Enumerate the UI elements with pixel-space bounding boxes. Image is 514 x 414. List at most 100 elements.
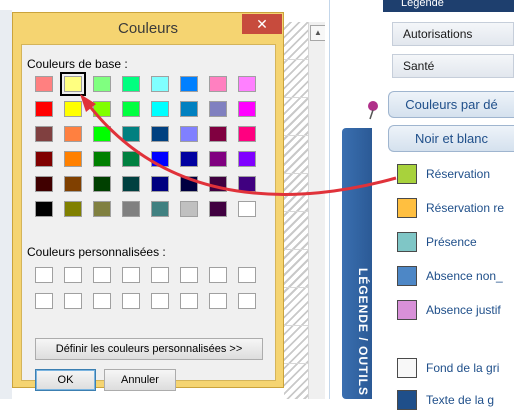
colors-by-default-button[interactable]: Couleurs par dé: [388, 91, 514, 118]
legend-item[interactable]: Réservation re: [397, 198, 514, 222]
basic-color-swatch[interactable]: [180, 201, 198, 217]
dialog-client-area: Couleurs de base : Couleurs personnalisé…: [21, 44, 276, 391]
basic-color-swatch[interactable]: [93, 201, 111, 217]
basic-color-swatch[interactable]: [180, 126, 198, 142]
legend-item-label: Absence justif: [426, 303, 501, 317]
basic-color-swatch[interactable]: [209, 101, 227, 117]
custom-color-swatch[interactable]: [238, 267, 256, 283]
legend-color-swatch[interactable]: [397, 232, 417, 252]
basic-color-swatch[interactable]: [35, 101, 53, 117]
legend-item-label: Réservation: [426, 167, 491, 181]
basic-color-swatch[interactable]: [209, 126, 227, 142]
basic-color-swatch[interactable]: [93, 151, 111, 167]
basic-color-swatch[interactable]: [64, 126, 82, 142]
custom-color-swatch[interactable]: [93, 293, 111, 309]
basic-color-swatch[interactable]: [238, 151, 256, 167]
custom-color-swatch[interactable]: [238, 293, 256, 309]
basic-color-swatch[interactable]: [209, 76, 227, 92]
legend-item[interactable]: Texte de la g: [397, 390, 514, 414]
legend-item[interactable]: Absence non_: [397, 266, 514, 290]
basic-color-swatch[interactable]: [180, 151, 198, 167]
custom-color-swatch[interactable]: [180, 293, 198, 309]
basic-color-swatch[interactable]: [93, 101, 111, 117]
basic-color-swatch[interactable]: [93, 126, 111, 142]
basic-color-swatch[interactable]: [64, 176, 82, 192]
legend-item-label: Fond de la gri: [426, 361, 500, 375]
basic-color-swatch[interactable]: [209, 176, 227, 192]
pin-icon[interactable]: [366, 100, 380, 120]
basic-color-swatch[interactable]: [122, 76, 140, 92]
cancel-button[interactable]: Annuler: [104, 369, 176, 391]
menu-item-sante[interactable]: Santé: [392, 54, 514, 78]
custom-color-swatch[interactable]: [64, 267, 82, 283]
basic-color-swatch[interactable]: [122, 101, 140, 117]
ok-button[interactable]: OK: [35, 369, 96, 391]
custom-color-swatch[interactable]: [151, 267, 169, 283]
legend-item-label: Absence non_: [426, 269, 503, 283]
basic-color-swatch[interactable]: [122, 126, 140, 142]
basic-color-swatch[interactable]: [93, 176, 111, 192]
basic-color-swatch[interactable]: [151, 151, 169, 167]
basic-color-swatch[interactable]: [35, 201, 53, 217]
legend-item[interactable]: Absence justif: [397, 300, 514, 324]
custom-color-swatch[interactable]: [122, 267, 140, 283]
basic-color-swatch[interactable]: [180, 76, 198, 92]
custom-color-swatch[interactable]: [64, 293, 82, 309]
legend-color-swatch[interactable]: [397, 164, 417, 184]
vertical-scrollbar[interactable]: ▲: [308, 22, 326, 399]
legend-color-swatch[interactable]: [397, 358, 417, 378]
side-tab-label: LÉGENDE / OUTILS: [356, 268, 370, 397]
basic-color-swatch[interactable]: [35, 176, 53, 192]
basic-color-swatch[interactable]: [151, 76, 169, 92]
basic-color-swatch[interactable]: [180, 101, 198, 117]
custom-color-swatch[interactable]: [35, 293, 53, 309]
basic-color-swatch[interactable]: [209, 201, 227, 217]
basic-color-swatch[interactable]: [238, 126, 256, 142]
basic-color-swatch[interactable]: [93, 76, 111, 92]
basic-color-swatch[interactable]: [64, 101, 82, 117]
basic-color-swatch[interactable]: [60, 72, 86, 96]
basic-color-swatch[interactable]: [35, 151, 53, 167]
black-and-white-button[interactable]: Noir et blanc: [388, 125, 514, 152]
basic-color-swatch[interactable]: [122, 176, 140, 192]
basic-color-swatch[interactable]: [238, 176, 256, 192]
basic-color-swatch[interactable]: [151, 201, 169, 217]
legend-color-swatch[interactable]: [397, 300, 417, 320]
color-dialog: Couleurs ✕ Couleurs de base : Couleurs p…: [12, 12, 284, 391]
basic-color-swatch[interactable]: [209, 151, 227, 167]
legend-item[interactable]: Fond de la gri: [397, 358, 514, 382]
scroll-up-arrow-icon[interactable]: ▲: [310, 25, 326, 41]
custom-color-swatch[interactable]: [122, 293, 140, 309]
define-custom-colors-button[interactable]: Définir les couleurs personnalisées >>: [35, 338, 263, 360]
basic-color-swatch[interactable]: [180, 176, 198, 192]
custom-color-swatch[interactable]: [151, 293, 169, 309]
legend-color-swatch[interactable]: [397, 266, 417, 286]
menu-item-autorisations[interactable]: Autorisations: [392, 22, 514, 46]
grid-hatched-column: [284, 22, 308, 399]
legend-item[interactable]: Présence: [397, 232, 514, 256]
basic-color-swatch[interactable]: [238, 101, 256, 117]
basic-color-swatch[interactable]: [35, 126, 53, 142]
legend-color-swatch[interactable]: [397, 390, 417, 410]
legend-item[interactable]: Réservation: [397, 164, 514, 188]
basic-color-swatch[interactable]: [151, 176, 169, 192]
basic-color-swatch[interactable]: [151, 101, 169, 117]
basic-color-swatch[interactable]: [238, 201, 256, 217]
close-button[interactable]: ✕: [242, 14, 282, 34]
basic-color-swatch[interactable]: [64, 201, 82, 217]
legend-color-swatch[interactable]: [397, 198, 417, 218]
custom-color-swatch[interactable]: [209, 293, 227, 309]
legend-tools-side-tab[interactable]: LÉGENDE / OUTILS: [342, 128, 372, 399]
basic-colors-label: Couleurs de base :: [27, 57, 128, 71]
custom-color-swatch[interactable]: [180, 267, 198, 283]
custom-color-swatch[interactable]: [209, 267, 227, 283]
basic-color-swatch[interactable]: [151, 126, 169, 142]
basic-color-swatch[interactable]: [64, 151, 82, 167]
legend-panel-header: Légende: [383, 0, 514, 12]
custom-color-swatch[interactable]: [35, 267, 53, 283]
basic-color-swatch[interactable]: [35, 76, 53, 92]
basic-color-swatch[interactable]: [122, 151, 140, 167]
custom-color-swatch[interactable]: [93, 267, 111, 283]
basic-color-swatch[interactable]: [122, 201, 140, 217]
basic-color-swatch[interactable]: [238, 76, 256, 92]
